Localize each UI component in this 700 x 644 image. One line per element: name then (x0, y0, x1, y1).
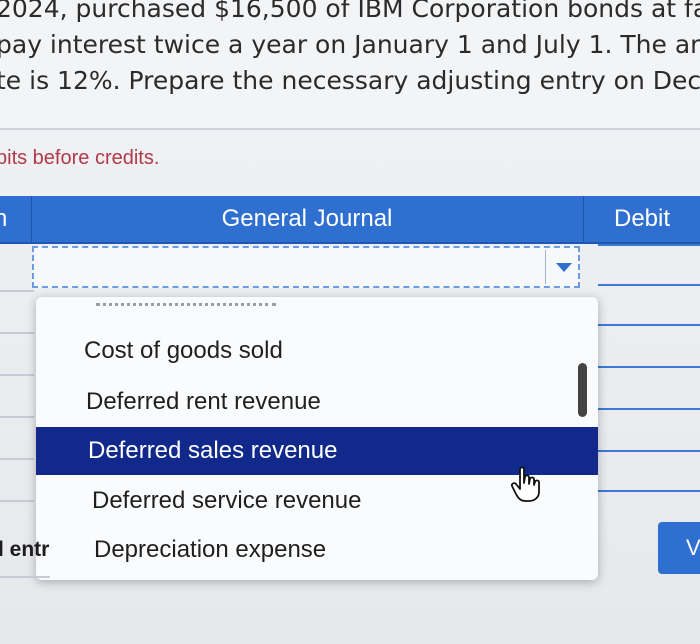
debit-field[interactable] (598, 244, 700, 246)
chevron-down-icon (556, 263, 572, 272)
journal-table-header: n General Journal Debit (0, 196, 700, 244)
question-text: 2024, purchased $16,500 of IBM Corporati… (0, 0, 700, 128)
dropdown-scrollbar[interactable] (578, 363, 587, 417)
dropdown-toggle[interactable] (545, 250, 580, 284)
general-journal-column-header: General Journal (221, 205, 393, 232)
debit-column-header: Debit (613, 205, 671, 232)
row-divider (0, 576, 50, 578)
record-entry-label[interactable]: l entr (0, 538, 49, 562)
view-entry-button[interactable]: V (658, 522, 700, 574)
question-line: te is 12%. Prepare the necessary adjusti… (0, 66, 700, 95)
row-divider (0, 332, 34, 334)
debit-field[interactable] (598, 366, 700, 368)
row-divider (0, 416, 34, 418)
account-select[interactable] (32, 246, 580, 288)
debit-field[interactable] (598, 324, 700, 326)
row-divider (0, 374, 34, 376)
instruction-text: bits before credits. (0, 147, 160, 169)
debit-field[interactable] (598, 450, 700, 452)
dropdown-option[interactable]: Depreciation expense (36, 526, 598, 574)
account-dropdown-list[interactable]: Cost of goods sold Deferred rent revenue… (36, 297, 598, 580)
clipped-option (96, 297, 276, 306)
hand-pointer-icon (510, 466, 540, 502)
row-divider (0, 290, 34, 292)
dropdown-option[interactable]: Deferred rent revenue (36, 378, 598, 426)
date-column-header: n (0, 205, 8, 232)
debit-field[interactable] (598, 408, 700, 410)
question-line: pay interest twice a year on January 1 a… (0, 30, 700, 59)
question-line: 2024, purchased $16,500 of IBM Corporati… (0, 0, 700, 23)
debit-field[interactable] (598, 490, 700, 492)
row-divider (0, 500, 34, 502)
dropdown-option[interactable]: Cost of goods sold (36, 327, 598, 375)
row-divider (0, 458, 34, 460)
debit-field[interactable] (598, 284, 700, 286)
